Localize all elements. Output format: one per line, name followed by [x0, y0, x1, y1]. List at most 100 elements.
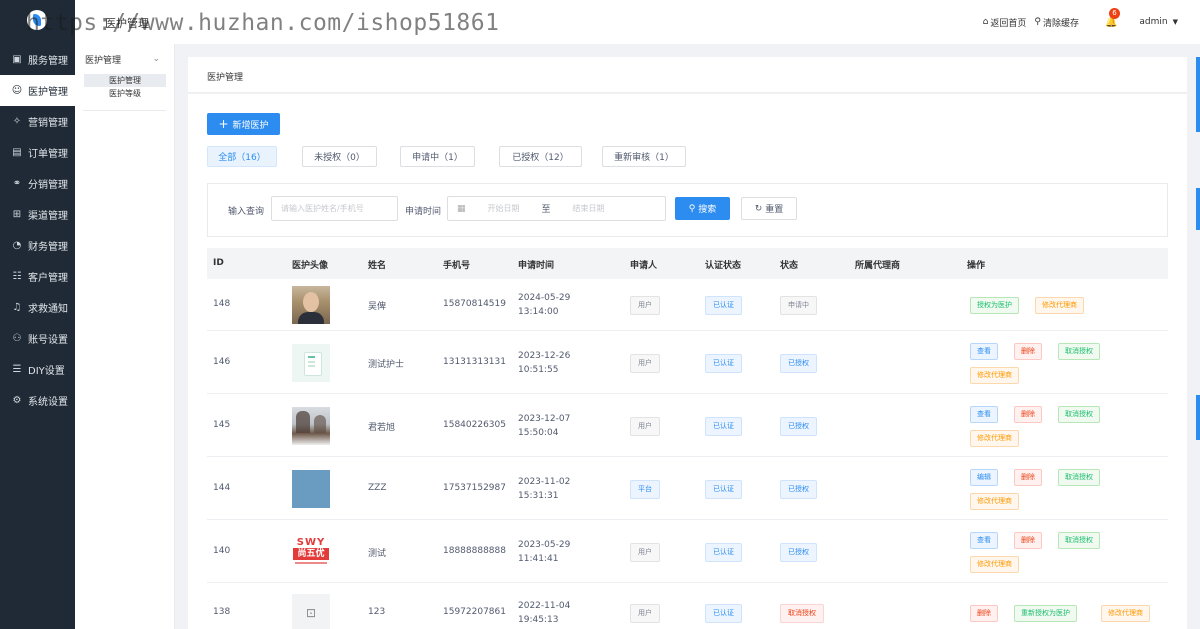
status-badge: 已授权: [780, 353, 817, 373]
tab-all[interactable]: 全部（16）: [207, 146, 277, 167]
row-id: 146: [213, 356, 231, 367]
sidebar-item-3[interactable]: ✧ 营销管理: [0, 106, 75, 137]
column-header: 认证状态: [705, 261, 742, 271]
action-button[interactable]: 删除: [1014, 342, 1042, 360]
tab-authorized[interactable]: 已授权（12）: [499, 146, 582, 167]
add-nurse-button[interactable]: + 新增医护: [207, 113, 280, 135]
app-logo[interactable]: [0, 0, 75, 44]
row-apply-time: 2024-05-29 13:14:00: [518, 291, 570, 319]
reset-button[interactable]: ↻ 重置: [741, 197, 797, 220]
search-button[interactable]: ⚲ 搜索: [675, 197, 730, 220]
action-button[interactable]: 重新授权为医护: [1014, 605, 1077, 622]
date-separator: 至: [541, 205, 551, 215]
query-label: 输入查询: [228, 207, 265, 217]
row-apply-clock: 19:45:13: [518, 615, 559, 625]
row-name: 吴俾: [368, 302, 387, 312]
avatar[interactable]: [292, 343, 330, 382]
action-button[interactable]: 授权为医护: [970, 297, 1019, 314]
action-button[interactable]: 修改代理商: [970, 492, 1019, 510]
sidebar-item-label: 营销管理: [28, 118, 68, 129]
page-header: 医护管理: [188, 57, 1187, 93]
scroll-indicator-top: [1196, 57, 1200, 132]
row-apply-date: 2022-11-04: [518, 601, 571, 611]
action-button[interactable]: 修改代理商: [970, 429, 1019, 447]
tab-re-review[interactable]: 重新审核（1）: [602, 146, 686, 167]
sidebar-item-5[interactable]: ⚭ 分销管理: [0, 168, 75, 199]
status-badge: 已授权: [780, 479, 817, 499]
sidebar-item-1[interactable]: ▣ 服务管理: [0, 44, 75, 75]
subnav-group-header[interactable]: 医护管理 ⌄: [75, 44, 174, 74]
action-button[interactable]: 取消授权: [1058, 468, 1100, 486]
action-button[interactable]: 删除: [1014, 468, 1042, 486]
subnav-item-nurse-level[interactable]: 医护等级: [84, 87, 166, 100]
avatar[interactable]: [292, 469, 330, 508]
sidebar-item-label: 订单管理: [28, 149, 68, 160]
sidebar-item-label: 渠道管理: [28, 211, 68, 222]
search-input[interactable]: 请输入医护姓名/手机号: [271, 196, 398, 221]
row-apply-clock: 13:14:00: [518, 307, 559, 317]
tab-applying[interactable]: 申请中（1）: [400, 146, 475, 167]
notification-button[interactable]: 🔔 6: [1105, 7, 1120, 28]
subnav-divider: [83, 110, 166, 111]
avatar[interactable]: SWY 尚五优: [292, 532, 330, 571]
subnav-item-nurse-management[interactable]: 医护管理: [84, 74, 166, 87]
action-button[interactable]: 修改代理商: [1101, 605, 1150, 622]
certification-badge: 已认证: [705, 353, 742, 373]
home-link-label: 返回首页: [990, 18, 1027, 29]
sidebar-item-6[interactable]: ⊞ 渠道管理: [0, 199, 75, 230]
action-button[interactable]: 取消授权: [1058, 342, 1100, 360]
action-button[interactable]: 删除: [1014, 405, 1042, 423]
sidebar-item-2[interactable]: ☺ 医护管理: [0, 75, 75, 106]
sidebar-item-8[interactable]: ☷ 客户管理: [0, 261, 75, 292]
row-id: 145: [213, 419, 231, 430]
sidebar-item-12[interactable]: ⚙ 系统设置: [0, 385, 75, 416]
action-button[interactable]: 修改代理商: [1035, 297, 1084, 314]
sidebar-item-4[interactable]: ▤ 订单管理: [0, 137, 75, 168]
action-button[interactable]: 修改代理商: [970, 366, 1019, 384]
avatar[interactable]: [292, 286, 330, 324]
user-menu[interactable]: admin ▼: [1139, 17, 1178, 27]
sub-sidebar: 医护管理 ⌄ 医护管理 医护等级: [75, 44, 175, 629]
row-apply-time: 2023-05-29 11:41:41: [518, 538, 570, 566]
row-apply-time: 2022-11-04 19:45:13: [518, 599, 570, 627]
action-button[interactable]: 编辑: [970, 468, 998, 486]
column-header: 状态: [780, 261, 799, 271]
row-apply-clock: 11:41:41: [518, 553, 559, 564]
avatar[interactable]: ⊡: [292, 594, 330, 629]
action-button[interactable]: 取消授权: [1058, 405, 1100, 423]
logo-underline: [295, 561, 327, 564]
sidebar-item-label: DIY设置: [28, 366, 65, 377]
sidebar-item-label: 医护管理: [28, 87, 68, 98]
row-phone: 18888888888: [443, 545, 506, 556]
clear-cache-link[interactable]: ⚲ 清除缓存: [1034, 16, 1079, 29]
action-button[interactable]: 取消授权: [1058, 531, 1100, 549]
certification-badge: 已认证: [705, 416, 742, 436]
action-button[interactable]: 删除: [1014, 531, 1042, 549]
sidebar-item-7[interactable]: ◔ 财务管理: [0, 230, 75, 261]
sidebar-item-9[interactable]: ♫ 求救通知: [0, 292, 75, 323]
tab-unauthorized[interactable]: 未授权（0）: [302, 146, 377, 167]
action-button[interactable]: 查看: [970, 405, 998, 423]
sidebar-item-11[interactable]: ☰ DIY设置: [0, 354, 75, 385]
action-button[interactable]: 查看: [970, 531, 998, 549]
home-link[interactable]: ⌂ 返回首页: [983, 16, 1027, 29]
table-header: ID 医护头像 姓名 手机号 申请时间 申请人 认证状态 状态 所属代理商 操作: [207, 248, 1168, 279]
add-nurse-label: 新增医护: [232, 120, 269, 131]
applicant-badge: 用户: [630, 542, 660, 562]
reset-button-label: 重置: [765, 205, 784, 215]
action-button[interactable]: 修改代理商: [970, 555, 1019, 573]
avatar[interactable]: [292, 406, 330, 445]
table-row: 140 SWY 尚五优 测试 18888888888 2023-05-29 11:41:41…: [207, 520, 1168, 583]
channel-icon: ⊞: [12, 209, 22, 220]
search-button-label: 搜索: [698, 205, 717, 215]
column-header: 所属代理商: [855, 261, 901, 271]
calendar-icon: ▦: [457, 203, 466, 214]
date-range-picker[interactable]: ▦ 开始日期 至 结束日期: [447, 196, 666, 221]
action-button[interactable]: 查看: [970, 342, 998, 360]
row-phone: 15972207861: [443, 607, 506, 617]
row-id: 138: [213, 607, 231, 617]
row-apply-date: 2023-12-26: [518, 350, 571, 361]
action-button[interactable]: 删除: [970, 605, 998, 622]
applicant-badge: 用户: [630, 416, 660, 436]
sidebar-item-10[interactable]: ⚇ 账号设置: [0, 323, 75, 354]
